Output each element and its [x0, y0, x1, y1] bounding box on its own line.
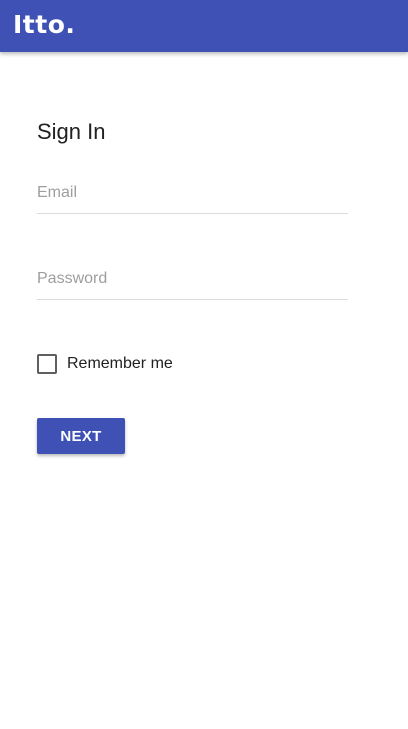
password-field-container: [37, 263, 348, 300]
email-input[interactable]: [37, 177, 348, 209]
brand-logo[interactable]: Itto.: [13, 9, 75, 41]
app-root: Itto. Sign In Remember me NEXT: [0, 0, 408, 729]
app-bar: Itto.: [0, 0, 408, 52]
password-input[interactable]: [37, 263, 348, 295]
remember-me-label[interactable]: Remember me: [67, 354, 173, 374]
remember-me-row[interactable]: Remember me: [37, 353, 173, 375]
next-button[interactable]: NEXT: [37, 418, 125, 454]
page-title: Sign In: [37, 119, 106, 144]
email-field-container: [37, 177, 348, 214]
remember-me-checkbox[interactable]: [37, 354, 57, 374]
